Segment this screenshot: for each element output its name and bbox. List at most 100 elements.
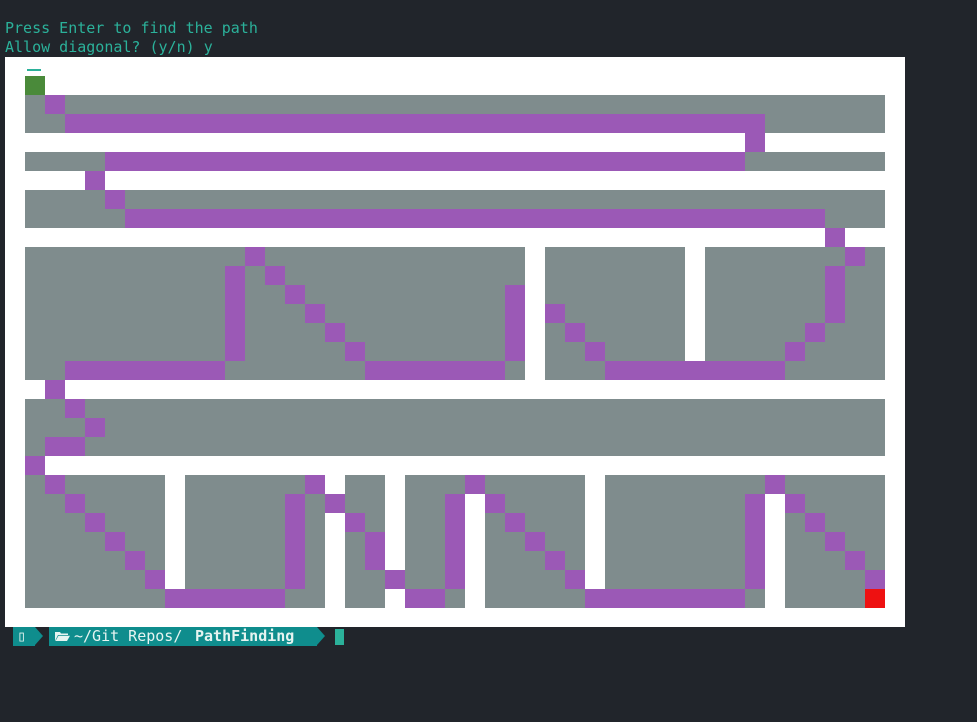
wall-cell	[605, 494, 765, 513]
path-cell	[285, 551, 305, 570]
path-cell	[285, 513, 305, 532]
path-cell	[745, 133, 765, 152]
path-cell	[45, 437, 85, 456]
path-cell	[565, 323, 585, 342]
wall-cell	[25, 323, 525, 342]
wall-cell	[785, 551, 885, 570]
path-cell	[745, 532, 765, 551]
path-cell	[745, 551, 765, 570]
wall-cell	[25, 532, 165, 551]
terminal-cursor[interactable]	[335, 629, 344, 645]
wall-cell	[705, 304, 885, 323]
os-icon: ▯	[17, 627, 27, 645]
path-cell	[785, 494, 805, 513]
path-cell	[765, 475, 785, 494]
path-cell	[545, 551, 565, 570]
path-cell	[505, 304, 525, 323]
path-cell	[45, 95, 65, 114]
wall-cell	[25, 342, 525, 361]
wall-cell	[345, 570, 385, 589]
wall-cell	[25, 437, 885, 456]
path-cell	[365, 551, 385, 570]
prompt-os-segment: ▯	[13, 627, 35, 646]
path-cell	[25, 456, 45, 475]
path-cell	[365, 532, 385, 551]
path-cell	[265, 266, 285, 285]
wall-cell	[605, 532, 765, 551]
wall-cell	[485, 513, 585, 532]
path-cell	[505, 342, 525, 361]
wall-cell	[345, 475, 385, 494]
path-cell	[365, 361, 505, 380]
wall-cell	[705, 323, 885, 342]
wall-cell	[25, 190, 885, 209]
path-cell	[445, 532, 465, 551]
path-cell	[865, 570, 885, 589]
path-cell	[285, 532, 305, 551]
diagonal-question: Allow diagonal? (y/n)	[5, 38, 204, 56]
path-cell	[845, 247, 865, 266]
path-cell	[465, 475, 485, 494]
path-cell	[45, 380, 65, 399]
wall-cell	[545, 266, 685, 285]
path-cell	[285, 570, 305, 589]
prompt-separator-arrow	[35, 627, 43, 645]
path-cell	[385, 570, 405, 589]
wall-cell	[25, 589, 165, 608]
path-cell	[225, 342, 245, 361]
wall-cell	[185, 475, 325, 494]
path-cell	[505, 285, 525, 304]
path-cell	[345, 513, 365, 532]
path-cell	[85, 418, 105, 437]
path-cell	[345, 342, 365, 361]
path-cell	[105, 190, 125, 209]
wall-cell	[25, 494, 165, 513]
path-cell	[445, 570, 465, 589]
terminal-line-diagonal-prompt: Allow diagonal? (y/n) y	[5, 38, 213, 57]
path-cell	[505, 513, 525, 532]
path-cell	[805, 513, 825, 532]
path-cell	[825, 304, 845, 323]
path-cell	[125, 209, 825, 228]
path-cell	[105, 532, 125, 551]
path-cell	[305, 475, 325, 494]
terminal-line-instruction: Press Enter to find the path	[5, 19, 258, 37]
folder-open-icon	[55, 632, 70, 641]
path-cell	[225, 304, 245, 323]
wall-cell	[545, 304, 685, 323]
path-cell	[165, 589, 285, 608]
path-cell	[305, 304, 325, 323]
path-cell	[105, 152, 745, 171]
shell-prompt: ▯ ~/Git Repos/ PathFinding	[13, 627, 977, 646]
path-cell	[145, 570, 165, 589]
start-cursor-marker	[27, 69, 41, 71]
wall-cell	[545, 285, 685, 304]
path-cell	[825, 285, 845, 304]
path-cell	[65, 361, 225, 380]
path-cell	[225, 323, 245, 342]
wall-cell	[345, 494, 385, 513]
path-cell	[825, 532, 845, 551]
path-cell	[605, 361, 785, 380]
path-cell	[525, 532, 545, 551]
wall-cell	[25, 95, 885, 114]
path-cell	[65, 494, 85, 513]
path-cell	[545, 304, 565, 323]
prompt-path-segment: ~/Git Repos/ PathFinding	[49, 627, 317, 646]
start-cell	[25, 76, 45, 95]
path-cell	[325, 494, 345, 513]
wall-cell	[785, 475, 885, 494]
wall-cell	[345, 589, 385, 608]
path-cell	[805, 323, 825, 342]
path-cell	[245, 247, 265, 266]
wall-cell	[485, 551, 585, 570]
path-cell	[285, 285, 305, 304]
path-cell	[445, 551, 465, 570]
wall-cell	[25, 247, 525, 266]
grid-canvas	[25, 76, 885, 608]
wall-cell	[605, 475, 765, 494]
wall-cell	[405, 475, 465, 494]
path-cell	[65, 114, 765, 133]
path-cell	[225, 266, 245, 285]
wall-cell	[485, 589, 585, 608]
